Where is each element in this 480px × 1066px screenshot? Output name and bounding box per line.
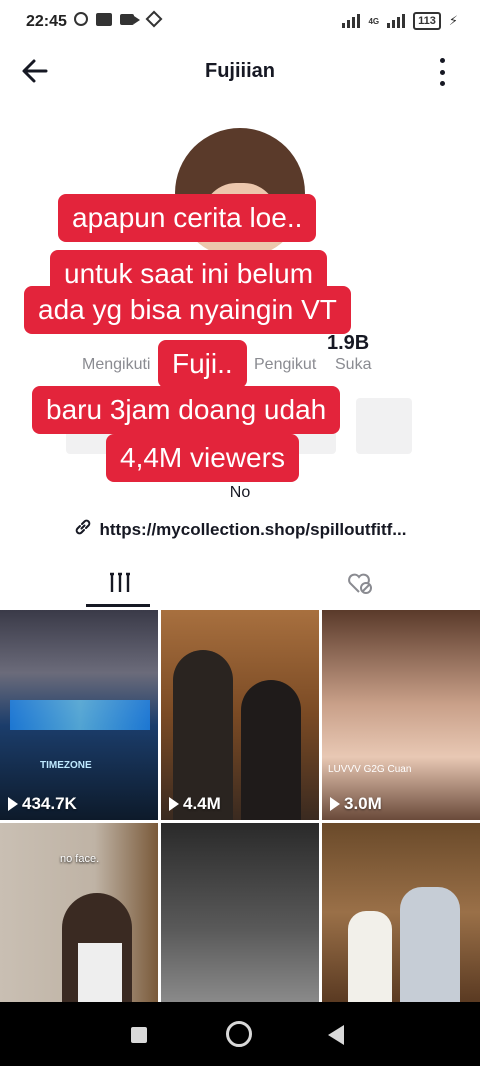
liked-hidden-icon (346, 571, 374, 600)
video-thumbnail-5[interactable] (161, 823, 319, 1002)
suggest-button[interactable] (356, 398, 412, 454)
overlay-line-4: Fuji.. (158, 340, 247, 388)
video-icon (120, 13, 140, 25)
status-time: 22:45 (26, 13, 67, 30)
view-count: 434.7K (8, 794, 77, 814)
video-caption: LUVVV G2G Cuan (328, 764, 412, 775)
battery-level: 113 (413, 12, 441, 30)
stat-followers-label[interactable]: Pengikut (254, 356, 316, 374)
video-thumbnail-1[interactable]: TIMEZONE 434.7K (0, 610, 158, 820)
grid-tab-icon (108, 572, 132, 599)
video-thumbnail-6[interactable] (322, 823, 480, 1002)
overlay-line-3: ada yg bisa nyaingin VT (24, 286, 351, 334)
page-title: Fujiiian (205, 60, 275, 82)
stat-likes-value: 1.9B (327, 332, 370, 354)
video-thumbnail-3[interactable]: LUVVV G2G Cuan 3.0M (322, 610, 480, 820)
view-count: 3.0M (330, 794, 382, 814)
charging-icon: ⚡ (448, 13, 458, 28)
signal-icon-2 (387, 14, 406, 28)
tab-videos[interactable] (40, 565, 200, 605)
layers-icon (145, 10, 163, 28)
stat-likes-label: Suka (335, 356, 372, 373)
tab-active-indicator (86, 604, 150, 607)
tab-liked[interactable] (280, 565, 440, 605)
signal-icon (342, 14, 361, 28)
more-vert-icon[interactable] (432, 58, 452, 86)
play-icon (169, 797, 179, 811)
message-icon (96, 12, 112, 26)
overlay-line-5: baru 3jam doang udah (32, 386, 341, 434)
video-thumbnail-2[interactable]: 4.4M (161, 610, 319, 820)
status-system-icons: 4G 113 ⚡ (342, 12, 458, 30)
overlay-line-6: 4,4M viewers (106, 434, 299, 482)
status-notification-icons (74, 10, 163, 28)
play-icon (330, 797, 340, 811)
video-thumbnail-4[interactable]: no face. (0, 823, 158, 1002)
link-text[interactable]: https://mycollection.shop/spilloutfitf..… (100, 520, 407, 540)
overlay-line-1: apapun cerita loe.. (58, 194, 317, 242)
home-button[interactable] (226, 1021, 252, 1047)
stat-following-label[interactable]: Mengikuti (82, 356, 150, 374)
link-icon (74, 518, 92, 541)
profile-link[interactable]: https://mycollection.shop/spilloutfitf..… (0, 518, 480, 541)
alarm-icon (74, 12, 88, 26)
nav-back-button[interactable] (328, 1025, 344, 1045)
recents-button[interactable] (131, 1027, 147, 1043)
network-type: 4G (368, 16, 380, 26)
play-icon (8, 797, 18, 811)
video-caption: no face. (60, 853, 100, 865)
profile-bio: No (229, 484, 251, 501)
view-count: 4.4M (169, 794, 221, 814)
